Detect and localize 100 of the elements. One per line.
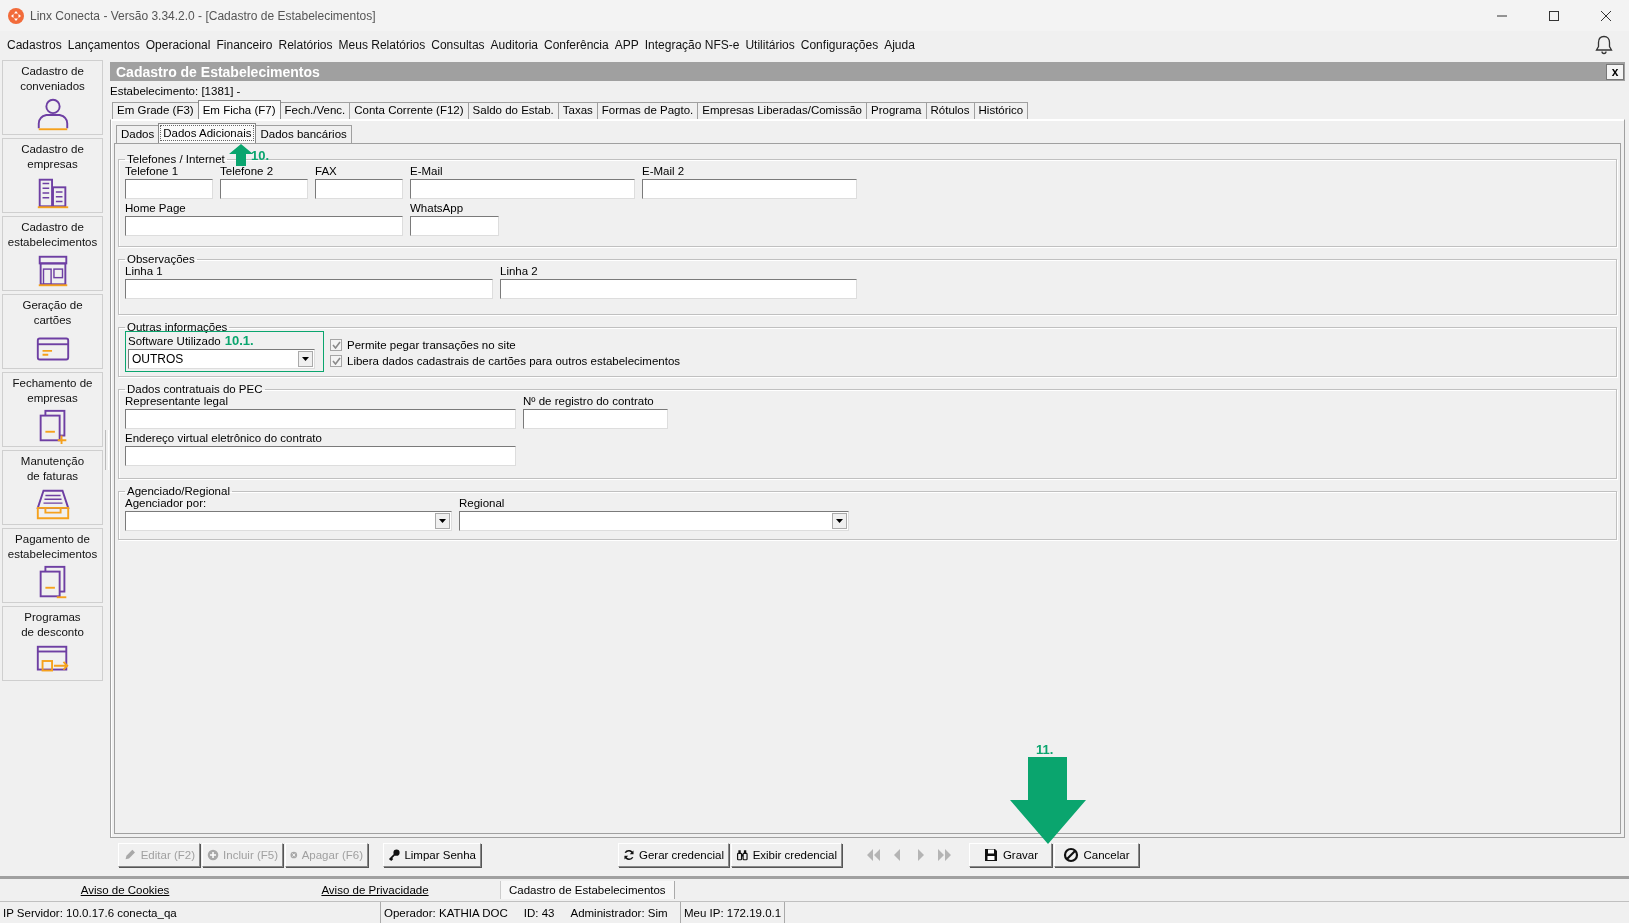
field-label: Regional xyxy=(459,496,506,511)
field-label: Endereço virtual eletrônico do contrato xyxy=(125,431,323,446)
field-label: Linha 2 xyxy=(500,264,539,279)
input-field[interactable] xyxy=(642,179,857,199)
menu-item[interactable]: Auditoria xyxy=(487,37,541,52)
sidebar-shortcut[interactable]: Fechamento de empresas xyxy=(2,372,103,447)
cancel-icon xyxy=(1063,847,1080,863)
sidebar-shortcut[interactable]: Programas de desconto xyxy=(2,606,103,681)
dropdown[interactable] xyxy=(125,511,452,531)
menu-item[interactable]: Consultas xyxy=(428,37,488,52)
field-label: Nº de registro do contrato xyxy=(523,394,655,409)
sidebar-shortcut[interactable]: Cadastro de conveniados xyxy=(2,60,103,135)
input-field[interactable] xyxy=(315,179,403,199)
menu-item[interactable]: Relatórios xyxy=(275,37,336,52)
group-title: Dados contratuais do PEC xyxy=(126,383,264,395)
toolbar-button[interactable]: Gravar xyxy=(969,843,1052,867)
toolbar-button[interactable]: Exibir credencial xyxy=(731,843,842,867)
input-field[interactable] xyxy=(125,446,516,466)
menu-item[interactable]: Cadastros xyxy=(4,37,65,52)
sidebar-shortcut[interactable]: Pagamento de estabelecimentos xyxy=(2,528,103,603)
key-icon xyxy=(388,847,401,863)
sidebar-shortcut[interactable]: Cadastro de empresas xyxy=(2,138,103,213)
checkbox-label: Permite pegar transações no site xyxy=(347,339,516,351)
field-label: FAX xyxy=(315,164,338,179)
input-field[interactable] xyxy=(125,279,493,299)
input-field[interactable] xyxy=(125,179,213,199)
menu-item[interactable]: Financeiro xyxy=(213,37,276,52)
menu-item[interactable]: Meus Relatórios xyxy=(335,37,429,52)
toolbar-button[interactable]: Cancelar xyxy=(1054,843,1139,867)
toolbar-button[interactable]: Limpar Senha xyxy=(383,843,481,867)
menu-item[interactable]: Integração NFS-e xyxy=(641,37,743,52)
record-label: Estabelecimento: [1381] - xyxy=(110,84,241,97)
group-title: Agenciado/Regional xyxy=(126,485,231,497)
tab[interactable]: Formas de Pagto. xyxy=(596,102,699,119)
group-title: Telefones / Internet xyxy=(126,153,226,165)
binoculars-icon xyxy=(736,847,749,863)
status-text: Administrador: Sim xyxy=(570,906,668,919)
group-title: Outras informações xyxy=(126,321,229,333)
menu-item[interactable]: Ajuda xyxy=(881,37,918,52)
module-title: Cadastro de Estabelecimentos xyxy=(116,63,321,80)
sidebar-shortcut[interactable]: Geração de cartões xyxy=(2,294,103,369)
field-label: WhatsApp xyxy=(410,201,465,216)
save-icon xyxy=(982,847,999,863)
caret-icon xyxy=(832,513,847,529)
close-button[interactable]: x xyxy=(1606,63,1624,80)
menu-item[interactable]: Utilitários xyxy=(742,37,798,52)
tab[interactable]: Em Ficha (F7) xyxy=(197,100,281,119)
arrow-up-icon xyxy=(229,144,253,166)
tab[interactable]: Histórico xyxy=(973,102,1029,119)
field-label: E-Mail 2 xyxy=(642,164,686,179)
link[interactable]: Aviso de Privacidade xyxy=(250,884,500,896)
tab[interactable]: Dados Adicionais xyxy=(158,123,257,143)
tab[interactable]: Programa xyxy=(866,102,927,119)
menu-item[interactable]: APP xyxy=(611,37,642,52)
sidebar-shortcut[interactable]: Manutenção de faturas xyxy=(2,450,103,525)
status-text: Operador: KATHIA DOC xyxy=(384,906,508,919)
input-field[interactable] xyxy=(500,279,857,299)
menu-item[interactable]: Operacional xyxy=(142,37,214,52)
menu-item[interactable]: Lançamentos xyxy=(64,37,143,52)
checkbox-label: Libera dados cadastrais de cartões para outros estabelecimentos xyxy=(347,355,681,367)
window-tab[interactable]: Cadastro de Estabelecimentos xyxy=(500,881,675,899)
tab[interactable]: Empresas Liberadas/Comissão xyxy=(697,102,867,119)
input-field[interactable] xyxy=(125,409,516,429)
tab[interactable]: Em Grade (F3) xyxy=(112,102,199,119)
input-field[interactable] xyxy=(523,409,668,429)
field-label: Software Utilizado xyxy=(128,335,221,347)
status-text: ID: 43 xyxy=(523,906,555,919)
field-label: Telefone 1 xyxy=(125,164,180,179)
group-title: Observações xyxy=(126,253,196,265)
status-text: Meu IP: 172.19.0.1 xyxy=(684,906,782,919)
checkbox[interactable] xyxy=(330,339,342,351)
refresh-icon xyxy=(623,847,635,863)
dropdown[interactable] xyxy=(459,511,849,531)
splitter-handle[interactable] xyxy=(105,430,109,470)
field-label: E-Mail xyxy=(410,164,444,179)
step-label: 10.1. xyxy=(224,333,254,348)
input-field[interactable] xyxy=(410,179,635,199)
input-field[interactable] xyxy=(220,179,308,199)
field-label: Agenciador por: xyxy=(125,497,208,511)
step-label: 10. xyxy=(251,148,270,163)
caret-icon xyxy=(298,351,313,367)
app-logo-icon xyxy=(8,7,24,24)
status-text: IP Servidor: 10.0.17.6 conecta_qa xyxy=(3,906,177,919)
input-field[interactable] xyxy=(410,216,499,236)
field-label: Representante legal xyxy=(125,394,229,409)
menu-item[interactable]: Conferência xyxy=(541,37,612,52)
link[interactable]: Aviso de Cookies xyxy=(0,884,250,896)
step-label: 11. xyxy=(1036,742,1054,757)
field-label: Telefone 2 xyxy=(220,164,275,179)
tab[interactable]: Conta Corrente (F12) xyxy=(349,102,469,119)
menu-item[interactable]: Configurações xyxy=(797,37,882,52)
sidebar-shortcut[interactable]: Cadastro de estabelecimentos xyxy=(2,216,103,291)
tab[interactable]: Dados bancários xyxy=(255,125,352,143)
bell-icon[interactable] xyxy=(1595,34,1613,55)
toolbar-button[interactable]: Gerar credencial xyxy=(618,843,729,867)
software-dropdown[interactable]: OUTROS xyxy=(128,349,315,369)
checkbox[interactable] xyxy=(330,355,342,367)
window-title: Linx Conecta - Versão 3.34.2.0 - [Cadastro de Estabelecimentos] xyxy=(30,8,377,23)
input-field[interactable] xyxy=(125,216,403,236)
tab[interactable]: Dados xyxy=(116,125,160,143)
